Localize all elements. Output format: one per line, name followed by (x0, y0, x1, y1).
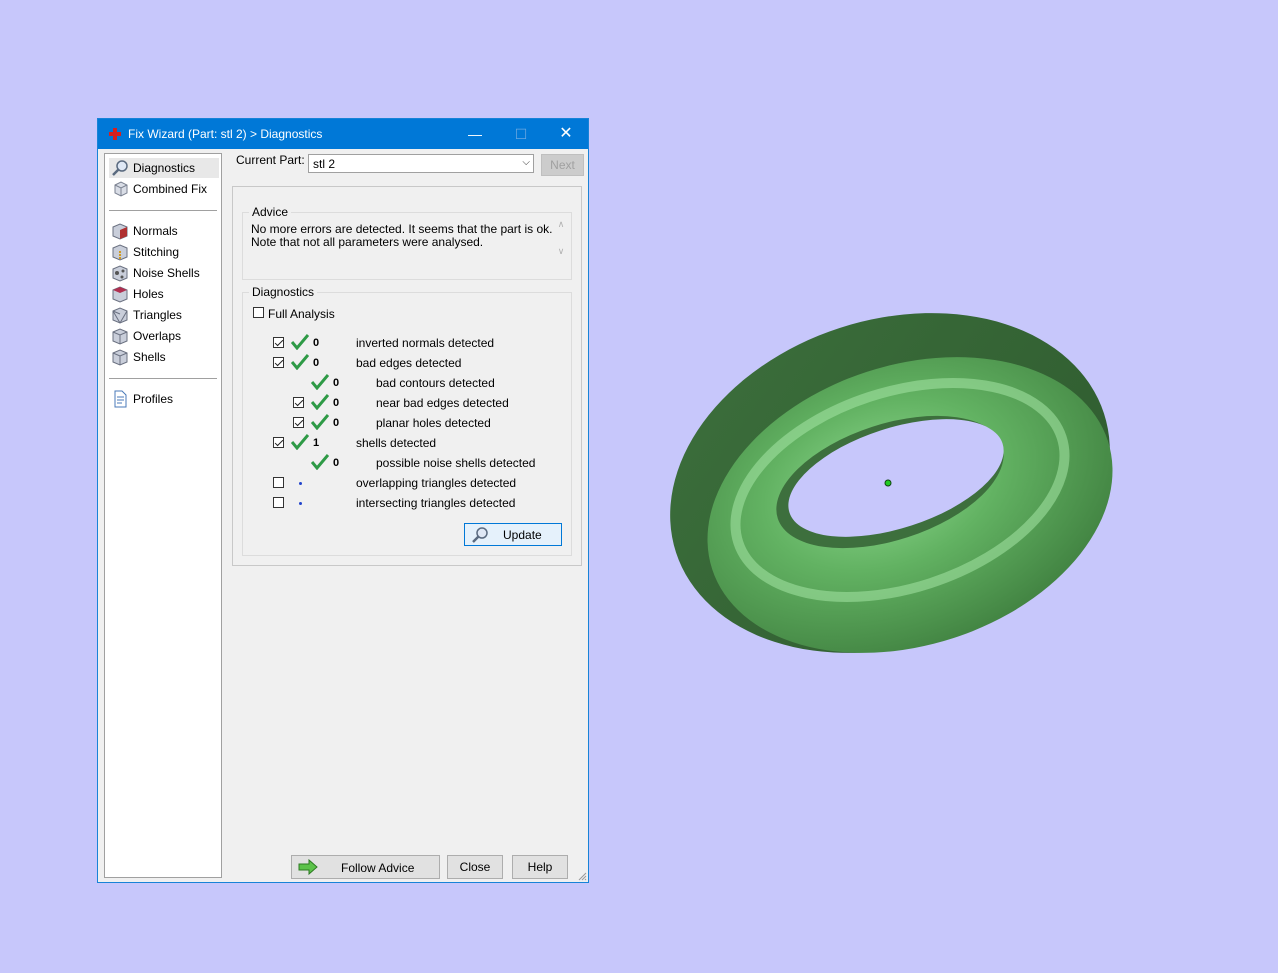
planar-holes-checkbox[interactable] (293, 417, 304, 428)
green-arrow-right-icon (298, 859, 318, 875)
nav-divider (109, 378, 217, 379)
nav-label: Overlaps (133, 329, 182, 343)
stitching-cube-icon (112, 244, 128, 261)
not-analysed-dot-icon (299, 482, 302, 485)
minimize-button[interactable]: — (452, 119, 498, 149)
nav-label: Triangles (133, 308, 182, 322)
intersecting-triangles-checkbox[interactable] (273, 497, 284, 508)
nav-label: Stitching (133, 245, 180, 259)
nav-label: Noise Shells (133, 266, 200, 280)
shells-label: shells detected (356, 436, 437, 450)
scroll-down-icon[interactable]: ∨ (555, 246, 567, 257)
green-check-icon (311, 414, 329, 430)
red-cross-app-icon (109, 128, 121, 140)
update-button[interactable]: Update (464, 523, 562, 546)
nav-item-normals[interactable]: Normals (109, 221, 219, 241)
current-part-value: stl 2 (313, 157, 336, 171)
bad-edges-count: 0 (313, 357, 320, 369)
follow-advice-button[interactable]: Follow Advice (291, 855, 440, 879)
nav-item-holes[interactable]: Holes (109, 284, 219, 304)
shells-cube-icon (112, 349, 128, 366)
magnifier-icon (112, 160, 128, 176)
resize-grip-icon[interactable] (577, 871, 587, 881)
green-check-icon (291, 354, 309, 370)
inverted-normals-count: 0 (313, 337, 320, 349)
near-bad-edges-label: near bad edges detected (376, 396, 509, 410)
current-part-dropdown[interactable]: stl 2 ⌵ (308, 154, 534, 173)
update-label: Update (503, 528, 542, 542)
chevron-down-icon: ⌵ (522, 157, 530, 168)
nav-label: Holes (133, 287, 164, 301)
noise-shells-label: possible noise shells detected (376, 456, 536, 470)
wizard-nav: Diagnostics Combined Fix Normals Stitchi… (104, 153, 222, 878)
next-button[interactable]: Next (541, 154, 584, 176)
noise-shells-icon (112, 265, 128, 282)
full-analysis-label: Full Analysis (268, 307, 335, 321)
triangles-cube-icon (112, 307, 128, 324)
bad-edges-checkbox[interactable] (273, 357, 284, 368)
green-check-icon (291, 334, 309, 350)
inverted-normals-label: inverted normals detected (356, 336, 495, 350)
nav-item-combined-fix[interactable]: Combined Fix (109, 179, 219, 199)
maximize-button[interactable]: ☐ (498, 119, 544, 149)
near-bad-edges-count: 0 (333, 397, 340, 409)
diagnostics-page: Advice No more errors are detected. It s… (232, 186, 582, 566)
diagnostics-title: Diagnostics (249, 285, 318, 299)
full-analysis-checkbox[interactable] (253, 307, 264, 318)
green-check-icon (311, 394, 329, 410)
not-analysed-dot-icon (299, 502, 302, 505)
advice-text: No more errors are detected. It seems th… (251, 223, 555, 273)
profile-document-icon (114, 390, 127, 408)
intersecting-triangles-label: intersecting triangles detected (356, 496, 516, 510)
diagnostics-group: Diagnostics Full Analysis 0 inverted nor… (242, 285, 572, 556)
scroll-up-icon[interactable]: ∧ (555, 219, 567, 230)
inverted-normals-checkbox[interactable] (273, 337, 284, 348)
nav-label: Normals (133, 224, 178, 238)
nav-item-triangles[interactable]: Triangles (109, 305, 219, 325)
pivot-point (884, 479, 892, 487)
follow-advice-label: Follow Advice (341, 861, 415, 875)
cube-stack-icon (114, 181, 128, 197)
nav-item-stitching[interactable]: Stitching (109, 242, 219, 262)
overlapping-triangles-checkbox[interactable] (273, 477, 284, 488)
green-check-icon (291, 434, 309, 450)
planar-holes-label: planar holes detected (376, 416, 491, 430)
nav-label: Diagnostics (133, 161, 196, 175)
overlapping-triangles-label: overlapping triangles detected (356, 476, 517, 490)
nav-divider (109, 210, 217, 211)
planar-holes-count: 0 (333, 417, 340, 429)
near-bad-edges-checkbox[interactable] (293, 397, 304, 408)
advice-line-2: Note that not all parameters were analys… (251, 235, 484, 249)
close-button[interactable]: Close (447, 855, 503, 879)
current-part-label: Current Part: (236, 153, 305, 167)
help-button[interactable]: Help (512, 855, 568, 879)
advice-scrollbar[interactable]: ∧ ∨ (555, 219, 567, 267)
normals-cube-icon (112, 223, 128, 240)
shells-checkbox[interactable] (273, 437, 284, 448)
advice-title: Advice (249, 205, 292, 219)
overlaps-cube-icon (112, 328, 128, 345)
nav-item-shells[interactable]: Shells (109, 347, 219, 367)
title-bar[interactable]: Fix Wizard (Part: stl 2) > Diagnostics —… (98, 119, 588, 149)
green-check-icon (311, 374, 329, 390)
magnifier-icon (472, 527, 488, 543)
nav-item-diagnostics[interactable]: Diagnostics (109, 158, 219, 178)
nav-item-noise-shells[interactable]: Noise Shells (109, 263, 219, 283)
bad-contours-label: bad contours detected (376, 376, 495, 390)
holes-cube-icon (112, 286, 128, 303)
nav-label: Profiles (133, 392, 174, 406)
advice-group: Advice No more errors are detected. It s… (242, 205, 572, 280)
bad-edges-label: bad edges detected (356, 356, 462, 370)
nav-label: Combined Fix (133, 182, 208, 196)
bad-contours-count: 0 (333, 377, 340, 389)
window-title: Fix Wizard (Part: stl 2) > Diagnostics (128, 127, 323, 141)
nav-label: Shells (133, 350, 166, 364)
green-check-icon (311, 454, 329, 470)
noise-shells-count: 0 (333, 457, 340, 469)
shells-count: 1 (313, 437, 320, 449)
nav-item-overlaps[interactable]: Overlaps (109, 326, 219, 346)
close-window-button[interactable]: ✕ (543, 119, 589, 149)
fix-wizard-window: Fix Wizard (Part: stl 2) > Diagnostics —… (97, 118, 589, 883)
nav-item-profiles[interactable]: Profiles (109, 389, 219, 409)
